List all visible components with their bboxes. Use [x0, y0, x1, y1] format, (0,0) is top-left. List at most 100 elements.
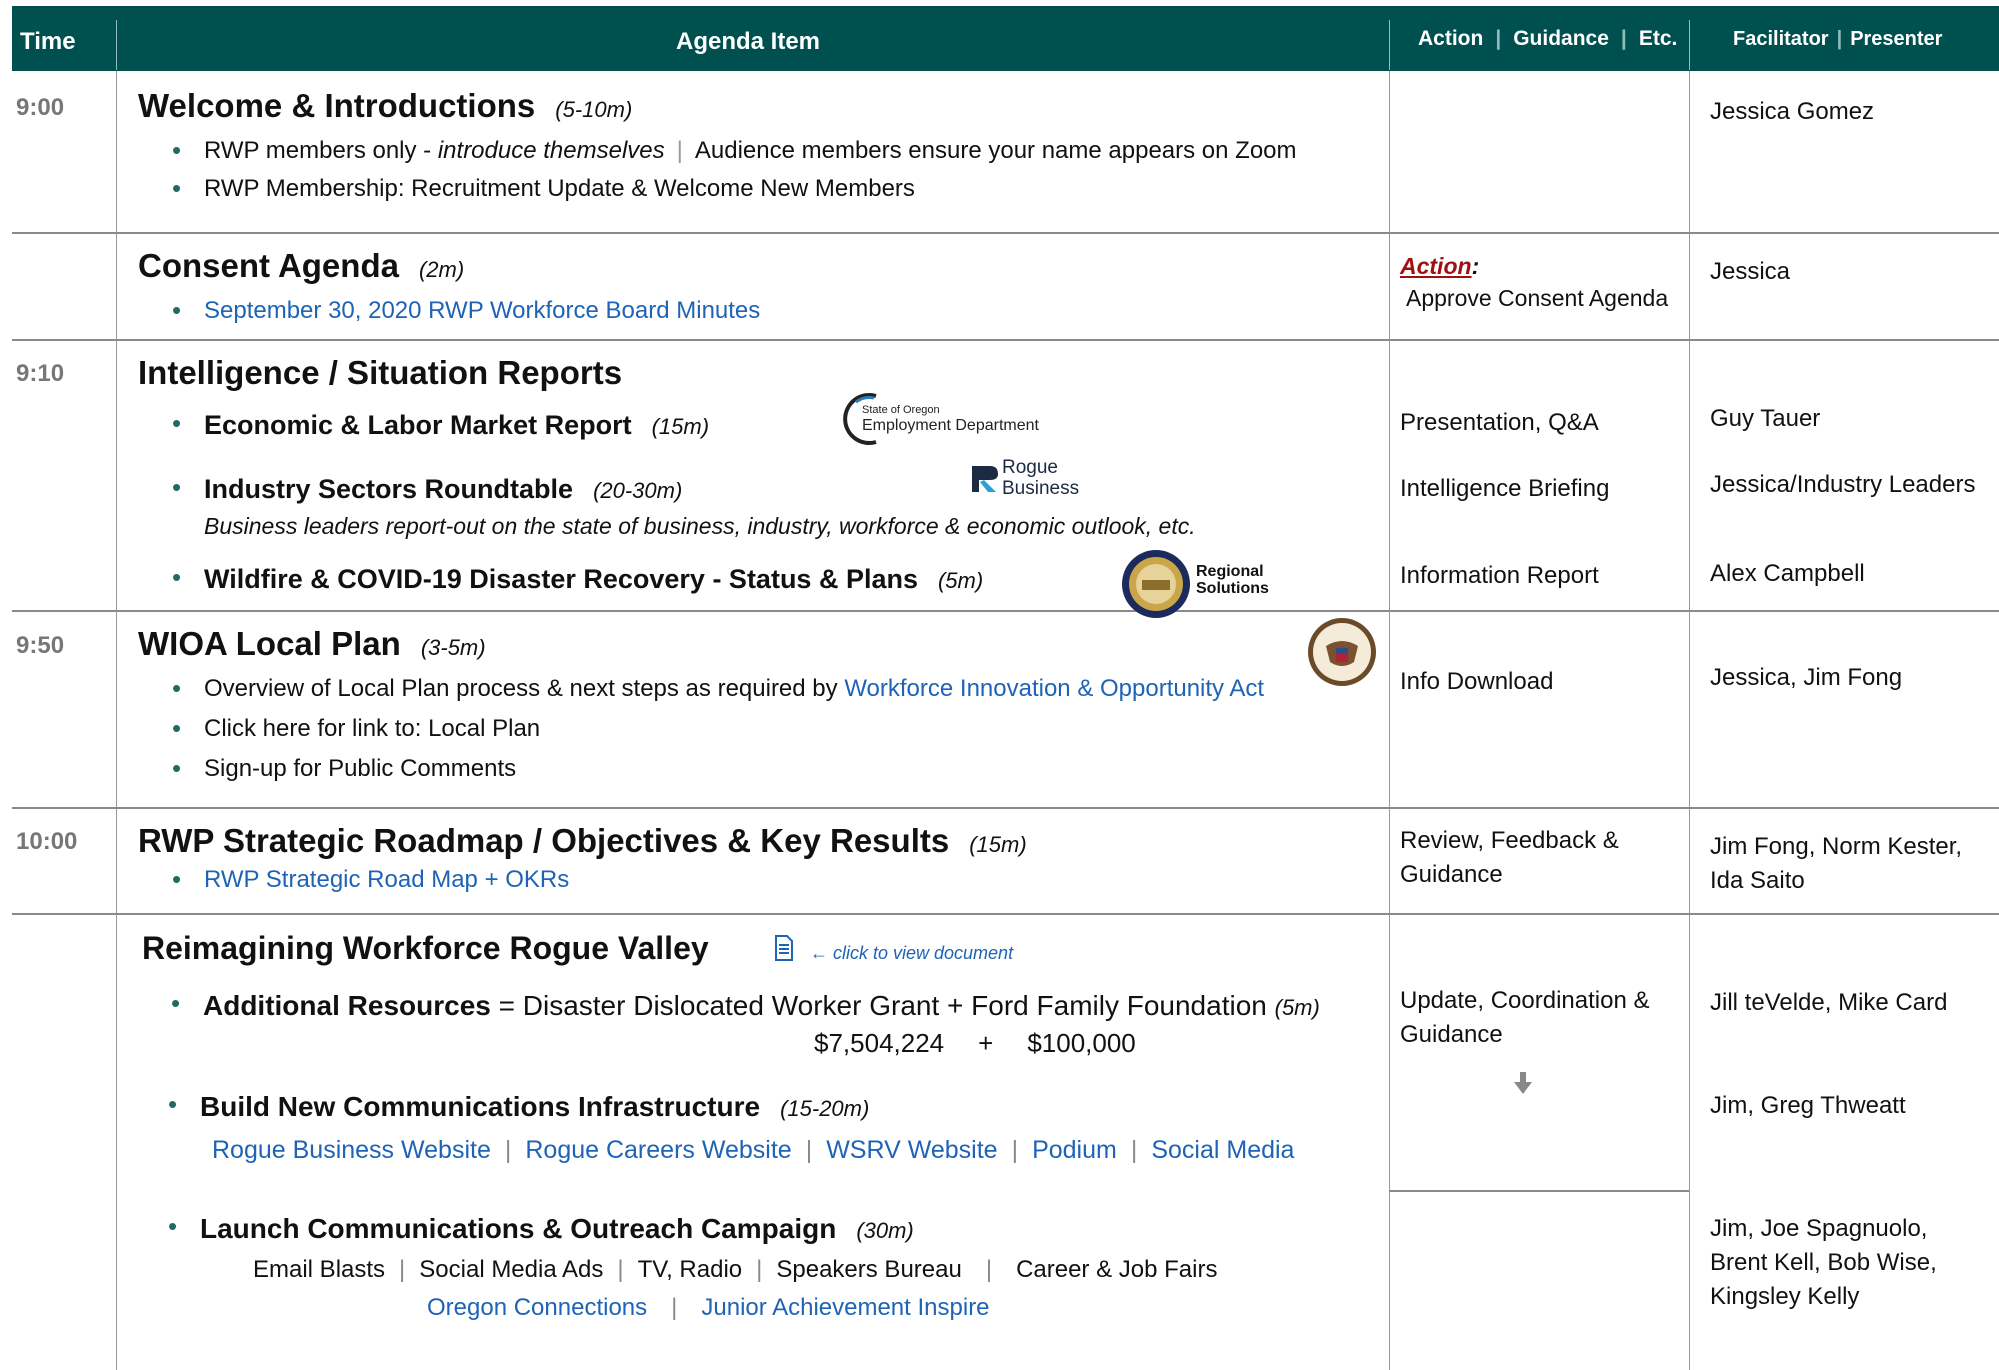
header-etc-label: Etc.	[1638, 27, 1678, 50]
wsrv-website-link[interactable]: WSRV Website	[826, 1136, 997, 1164]
presenter-name: Jessica	[1710, 258, 1791, 285]
row-divider	[12, 339, 1999, 341]
action-text: Presentation, Q&A	[1400, 409, 1599, 436]
action-text: Intelligence Briefing	[1400, 475, 1610, 502]
duration-label: (2m)	[418, 257, 465, 282]
presenter-name: Kingsley Kelly	[1710, 1283, 1860, 1310]
header-presenter-label: Presenter	[1850, 28, 1943, 50]
row-divider	[12, 610, 1999, 612]
section-title: Reimagining Workforce Rogue Valley	[142, 930, 709, 966]
presenter-name: Jim, Joe Spagnuolo,	[1710, 1215, 1928, 1242]
minutes-link[interactable]: September 30, 2020 RWP Workforce Board M…	[172, 295, 760, 326]
podium-link[interactable]: Podium	[1032, 1136, 1117, 1164]
presenter-name: Guy Tauer	[1710, 405, 1821, 432]
section-title: WIOA Local Plan (3-5m)	[138, 625, 486, 663]
presenter-name: Jill teVelde, Mike Card	[1710, 989, 1948, 1016]
arrow-down-icon	[1514, 1072, 1532, 1094]
infrastructure-links: Rogue Business Website | Rogue Careers Web…	[212, 1136, 1295, 1164]
public-comments-link[interactable]: Sign-up for Public Comments	[172, 753, 516, 784]
us-seal-icon	[1308, 618, 1376, 686]
list-item-subtext: Business leaders report-out on the state…	[204, 513, 1196, 539]
list-item: Overview of Local Plan process & next st…	[172, 673, 1264, 704]
junior-achievement-link[interactable]: Junior Achievement Inspire	[701, 1294, 989, 1321]
action-text: Information Report	[1400, 562, 1599, 589]
header-action: Action | Guidance | Etc.	[1418, 27, 1678, 50]
logo-text: Solutions	[1196, 580, 1269, 597]
time-label: 10:00	[16, 828, 78, 855]
presenter-name: Alex Campbell	[1710, 560, 1865, 587]
column-divider	[1389, 71, 1390, 1370]
section-title-text: WIOA Local Plan	[138, 625, 401, 662]
action-text: Review, Feedback &	[1400, 827, 1619, 854]
section-title: Welcome & Introductions (5-10m)	[138, 87, 632, 125]
row-divider	[12, 807, 1999, 809]
view-document-link[interactable]: ← click to view document	[810, 943, 1013, 964]
section-title: Consent Agenda (2m)	[138, 247, 464, 285]
rogue-business-logo	[972, 466, 998, 492]
header-divider	[116, 20, 117, 70]
column-divider	[116, 71, 117, 1370]
section-title-text: Welcome & Introductions	[138, 87, 536, 124]
duration-label: (15m)	[969, 832, 1027, 857]
time-label: 9:50	[16, 632, 65, 659]
duration-label: (3-5m)	[420, 635, 486, 660]
logo-text: State of Oregon	[862, 404, 940, 416]
section-title-text: RWP Strategic Roadmap / Objectives & Key…	[138, 822, 950, 859]
logo-text: Business	[1002, 478, 1080, 499]
presenter-name: Jessica/Industry Leaders	[1710, 471, 1976, 498]
column-divider	[1689, 71, 1690, 1370]
list-item: Wildfire & COVID-19 Disaster Recovery - …	[172, 562, 983, 595]
presenter-name: Brent Kell, Bob Wise,	[1710, 1249, 1937, 1276]
row-divider	[12, 232, 1999, 234]
oregon-connections-link[interactable]: Oregon Connections	[427, 1294, 647, 1321]
list-item: Additional Resources = Disaster Dislocat…	[171, 988, 1320, 1022]
list-item: RWP Membership: Recruitment Update & Wel…	[172, 173, 915, 204]
presenter-name: Jim Fong, Norm Kester,	[1710, 833, 1963, 860]
list-item: RWP members only - introduce themselves|…	[172, 135, 1297, 166]
header-agenda-item: Agenda Item	[676, 28, 821, 55]
header-divider	[1389, 20, 1390, 70]
action-text: Approve Consent Agenda	[1406, 285, 1669, 311]
list-item: Launch Communications & Outreach Campaig…	[168, 1211, 914, 1245]
action-text: Info Download	[1400, 668, 1554, 695]
logo-text: Regional	[1196, 563, 1264, 580]
social-media-link[interactable]: Social Media	[1151, 1136, 1294, 1164]
section-title-text: Consent Agenda	[138, 247, 399, 284]
rogue-business-website-link[interactable]: Rogue Business Website	[212, 1136, 491, 1164]
list-item: Build New Communications Infrastructure(…	[168, 1089, 869, 1123]
header-divider	[1689, 20, 1690, 70]
row-divider	[1389, 1190, 1689, 1192]
time-label: 9:00	[16, 94, 65, 121]
header-guidance-label: Guidance	[1513, 27, 1609, 50]
oregon-seal-icon	[1122, 550, 1190, 618]
header-time: Time	[20, 28, 76, 55]
action-text: Update, Coordination &	[1400, 987, 1650, 1014]
logo-text: Employment Department	[862, 417, 1039, 434]
section-title: RWP Strategic Roadmap / Objectives & Key…	[138, 822, 1027, 860]
logo-text: Rogue	[1002, 457, 1058, 478]
rogue-careers-website-link[interactable]: Rogue Careers Website	[525, 1136, 791, 1164]
time-label: 9:10	[16, 360, 65, 387]
list-item: Industry Sectors Roundtable(20-30m)	[172, 472, 682, 505]
campaign-items: Email Blasts | Social Media Ads | TV, Radio |…	[253, 1256, 1218, 1283]
presenter-name: Jessica, Jim Fong	[1710, 664, 1903, 691]
presenter-name: Jessica Gomez	[1710, 98, 1875, 125]
wioa-link[interactable]: Workforce Innovation & Opportunity Act	[844, 675, 1264, 702]
action-text: Guidance	[1400, 1021, 1503, 1048]
header-action-label: Action	[1418, 27, 1484, 50]
section-title: Intelligence / Situation Reports	[138, 354, 623, 391]
presenter-name: Ida Saito	[1710, 867, 1805, 894]
roadmap-link[interactable]: RWP Strategic Road Map + OKRs	[172, 864, 569, 895]
amount-text: $7,504,224 + $100,000	[814, 1028, 1136, 1058]
duration-label: (5-10m)	[555, 97, 633, 122]
presenter-name: Jim, Greg Thweatt	[1710, 1092, 1906, 1119]
header-facilitator: Facilitator | Presenter	[1733, 28, 1943, 50]
local-plan-link[interactable]: Click here for link to: Local Plan	[172, 713, 540, 744]
campaign-links: Oregon Connections | Junior Achievement In…	[427, 1294, 990, 1321]
action-text: Guidance	[1400, 861, 1503, 888]
header-facilitator-label: Facilitator	[1733, 28, 1829, 50]
action-label: Action:	[1400, 253, 1480, 279]
table-header	[12, 6, 1999, 71]
document-icon[interactable]	[774, 935, 794, 961]
list-item: Economic & Labor Market Report(15m)	[172, 408, 709, 441]
